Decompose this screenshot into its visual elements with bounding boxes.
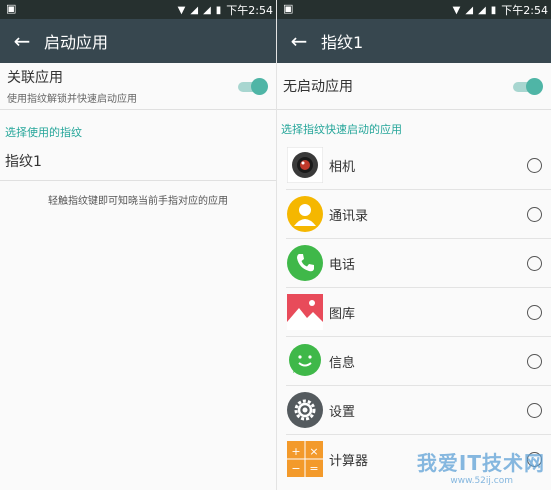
toggle-label: 关联应用: [7, 70, 63, 86]
svg-text:+: +: [291, 445, 300, 458]
signal-icon: ◢: [465, 4, 474, 16]
right-screen: ▣ ▼ ◢ ◢ ▮ 下午2:54 ← 指纹1 无启动应用 选择指纹快速启动的应用: [276, 0, 551, 490]
signal-icon-2: ◢: [203, 4, 211, 16]
app-bar: ← 启动应用: [0, 19, 276, 63]
app-name: 设置: [329, 404, 356, 420]
app-row-settings[interactable]: 设置: [286, 386, 551, 435]
toggle-sublabel: 使用指纹解锁并快速启动应用: [7, 94, 137, 105]
page-title: 启动应用: [44, 33, 109, 52]
select-radio[interactable]: [527, 255, 542, 271]
app-row-gallery[interactable]: 图库: [286, 288, 551, 337]
signal-icon: ◢: [190, 4, 199, 16]
status-time: 下午2:54: [226, 4, 273, 17]
select-radio[interactable]: [527, 206, 542, 222]
watermark-text: 我爱IT技术网: [416, 451, 545, 475]
watermark-url: www.52ij.com: [450, 476, 513, 486]
status-bar: ▣ ▼ ◢ ◢ ▮ 下午2:54: [0, 0, 276, 19]
link-app-toggle[interactable]: [238, 78, 268, 95]
link-app-setting[interactable]: 关联应用 使用指纹解锁并快速启动应用: [0, 63, 276, 110]
svg-text:−: −: [291, 462, 300, 475]
app-row-camera[interactable]: 相机: [286, 141, 551, 190]
toggle-label: 无启动应用: [283, 79, 353, 95]
section-header: 选择使用的指纹: [5, 126, 82, 139]
battery-icon: ▮: [490, 4, 497, 16]
app-row-contacts[interactable]: 通讯录: [286, 190, 551, 239]
contacts-icon: [286, 195, 324, 233]
section-header: 选择指纹快速启动的应用: [281, 123, 402, 136]
calculator-icon: + × − =: [286, 440, 324, 478]
messages-icon: [286, 342, 324, 380]
gallery-notification-icon: ▣: [6, 2, 17, 15]
status-bar: ▣ ▼ ◢ ◢ ▮ 下午2:54: [277, 0, 551, 19]
app-name: 通讯录: [329, 208, 369, 224]
app-row-messages[interactable]: 信息: [286, 337, 551, 386]
settings-icon: [286, 391, 324, 429]
app-name: 图库: [329, 306, 356, 322]
battery-icon: ▮: [215, 4, 222, 16]
select-radio[interactable]: [527, 304, 542, 320]
no-launch-app-toggle[interactable]: [513, 78, 543, 95]
app-row-phone[interactable]: 电话: [286, 239, 551, 288]
app-name: 相机: [329, 159, 356, 175]
page-title: 指纹1: [321, 33, 364, 52]
left-screen: ▣ ▼ ◢ ◢ ▮ 下午2:54 ← 启动应用 关联应用 使用指纹解锁并快速启动…: [0, 0, 276, 490]
select-radio[interactable]: [527, 157, 542, 173]
camera-icon: [286, 146, 324, 184]
gallery-notification-icon: ▣: [283, 2, 294, 15]
wifi-icon: ▼: [452, 4, 461, 16]
no-launch-app-setting[interactable]: 无启动应用: [277, 63, 551, 110]
back-arrow-icon[interactable]: ←: [0, 29, 44, 53]
gallery-icon: [286, 293, 324, 331]
hint-text: 轻触指纹键即可知晓当前手指对应的应用: [48, 196, 228, 207]
status-time: 下午2:54: [501, 4, 548, 17]
svg-text:×: ×: [309, 445, 318, 458]
select-radio[interactable]: [527, 402, 542, 418]
app-name: 电话: [329, 257, 356, 273]
back-arrow-icon[interactable]: ←: [277, 29, 321, 53]
fingerprint-item[interactable]: 指纹1: [0, 142, 276, 181]
phone-icon: [286, 244, 324, 282]
app-bar: ← 指纹1: [277, 19, 551, 63]
signal-icon-2: ◢: [478, 4, 486, 16]
select-radio[interactable]: [527, 353, 542, 369]
app-name: 信息: [329, 355, 356, 371]
svg-text:=: =: [309, 462, 318, 475]
wifi-icon: ▼: [177, 4, 186, 16]
